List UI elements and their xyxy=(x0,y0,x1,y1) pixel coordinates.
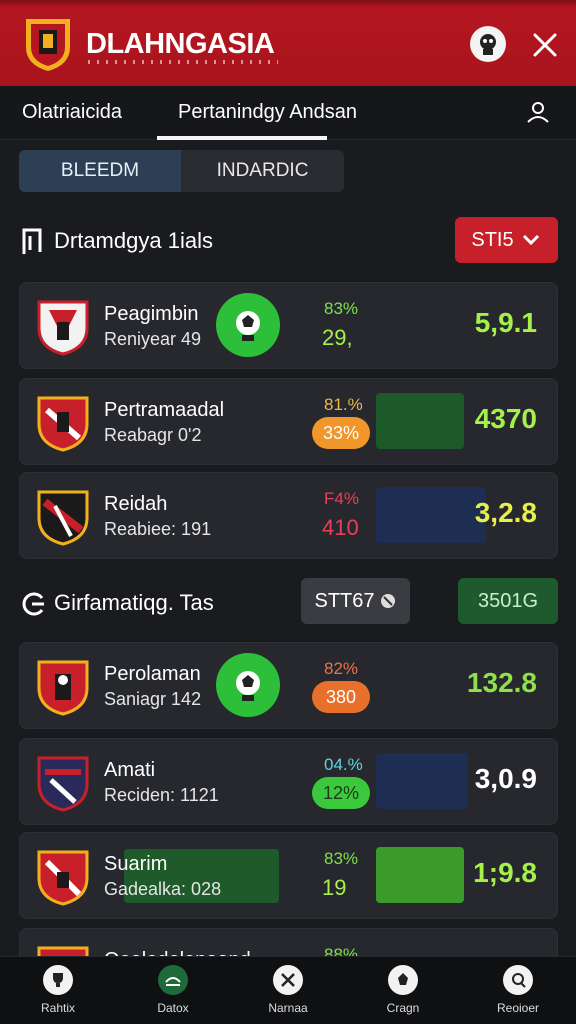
team-subtitle: Reniyear 49 xyxy=(104,329,202,349)
team-name: Peagimbin xyxy=(104,303,199,325)
team-name: Reidah xyxy=(104,493,168,515)
stat-pill-a-label: STT67 xyxy=(314,589,375,612)
nav-item-cragn[interactable]: Cragn xyxy=(363,965,443,1015)
ball-icon xyxy=(388,965,418,995)
team-subtitle: Reabagr 0'2 xyxy=(104,425,202,445)
percentage-top: 81.% xyxy=(324,395,363,414)
probability-bar xyxy=(376,753,468,809)
match-card[interactable]: Reidah Reabiee: 191 F4% 410 3,2.8 xyxy=(19,472,558,559)
team-name: Amati xyxy=(104,759,156,781)
team-subtitle: Gadealka: 028 xyxy=(104,879,222,899)
chevron-down-icon xyxy=(522,234,539,246)
filter-dropdown[interactable]: STI5 xyxy=(455,217,558,263)
refresh-icon xyxy=(22,592,44,616)
nav-label: Narnaa xyxy=(268,1001,308,1015)
app-header: DLAHNGASIA xyxy=(0,0,576,86)
section-title-2: Girfamatiqg. Tas xyxy=(20,588,214,618)
percentage-bottom: 410 xyxy=(322,515,359,540)
stats-icon xyxy=(158,965,188,995)
active-tab-indicator xyxy=(157,136,327,140)
nav-label: Cragn xyxy=(386,1001,420,1015)
trophy-icon xyxy=(43,965,73,995)
section-title-2-text: Girfamatiqg. Tas xyxy=(54,590,214,615)
mascot-icon[interactable] xyxy=(470,26,506,62)
team-crest-icon xyxy=(37,300,89,356)
percentage-bottom: 29, xyxy=(322,325,353,350)
segment-control: BLEEDM INDARDIC xyxy=(19,150,344,192)
ball-small-icon xyxy=(380,594,395,608)
nav-item-rahtix[interactable]: Rahtix xyxy=(18,965,98,1015)
match-card[interactable]: Peagimbin Reniyear 49 83% 29, 5,9.1 xyxy=(19,282,558,369)
tab-olatriaicida[interactable]: Olatriaicida xyxy=(22,101,122,124)
percentage-pill: 33% xyxy=(312,417,370,449)
nav-label: Rahtix xyxy=(40,1001,75,1015)
match-card[interactable]: Amati Reciden: 1121 04.% 12% 3,0.9 xyxy=(19,738,558,825)
tab-pertanindgy[interactable]: Pertanindgy Andsan xyxy=(178,101,357,124)
team-crest-icon xyxy=(37,660,89,716)
ball-icon xyxy=(216,653,280,717)
stat-pill-b[interactable]: 3501G xyxy=(458,578,558,624)
brand-title: DLAHNGASIA xyxy=(86,28,275,60)
odds-value[interactable]: 132.8 xyxy=(467,667,537,699)
team-subtitle: Reciden: 1121 xyxy=(104,785,219,805)
ball-icon xyxy=(216,293,280,357)
team-name: Suarim xyxy=(104,853,168,875)
nav-item-datox[interactable]: Datox xyxy=(133,965,213,1015)
team-subtitle: Saniagr 142 xyxy=(104,689,202,709)
team-name: Pertramaadal xyxy=(104,399,225,421)
user-icon[interactable] xyxy=(526,100,550,124)
stat-pill-a[interactable]: STT67 xyxy=(301,578,410,624)
team-crest-icon xyxy=(37,490,89,546)
percentage-top: 82% xyxy=(324,659,359,678)
odds-value[interactable]: 4370 xyxy=(475,403,537,435)
percentage-pill: 12% xyxy=(312,777,370,809)
club-logo-icon[interactable] xyxy=(22,17,74,73)
flag-icon xyxy=(22,228,42,254)
percentage-bottom: 19 xyxy=(322,875,347,900)
team-crest-icon xyxy=(37,850,89,906)
probability-bar xyxy=(376,487,486,543)
section-title-1-text: Drtamdgya 1ials xyxy=(54,228,213,253)
section-title-1: Drtamdgya 1ials xyxy=(20,226,213,256)
bottom-navigation: Rahtix Datox Narnaa Cragn Reoioer xyxy=(0,956,576,1024)
probability-bar xyxy=(376,847,464,903)
nav-label: Reoioer xyxy=(496,1001,540,1015)
team-subtitle: Reabiee: 191 xyxy=(104,519,212,539)
odds-value[interactable]: 1;9.8 xyxy=(473,857,537,889)
close-icon[interactable] xyxy=(528,28,562,62)
team-crest-icon xyxy=(37,756,89,812)
close-circle-icon xyxy=(273,965,303,995)
segment-inactive[interactable]: INDARDIC xyxy=(181,150,344,192)
team-crest-icon xyxy=(37,396,89,452)
filter-label: STI5 xyxy=(471,228,514,251)
profile-icon xyxy=(503,965,533,995)
nav-label: Datox xyxy=(157,1001,189,1015)
odds-value[interactable]: 3,0.9 xyxy=(475,763,537,795)
tab-bar: Olatriaicida Pertanindgy Andsan xyxy=(0,86,576,140)
probability-bar xyxy=(376,393,464,449)
percentage-top: F4% xyxy=(324,489,359,508)
team-name: Perolaman xyxy=(104,663,201,685)
match-card[interactable]: Perolaman Saniagr 142 82% 380 132.8 xyxy=(19,642,558,729)
nav-item-reoioer[interactable]: Reoioer xyxy=(478,965,558,1015)
odds-value[interactable]: 3,2.8 xyxy=(475,497,537,529)
percentage-top: 04.% xyxy=(324,755,363,774)
match-card[interactable]: Suarim Gadealka: 028 83% 19 1;9.8 xyxy=(19,832,558,919)
brand-subtitle-decoration xyxy=(88,60,278,64)
odds-value[interactable]: 5,9.1 xyxy=(475,307,537,339)
percentage-pill: 380 xyxy=(312,681,370,713)
percentage-top: 83% xyxy=(324,849,359,868)
nav-item-narnaa[interactable]: Narnaa xyxy=(248,965,328,1015)
segment-active[interactable]: BLEEDM xyxy=(19,150,181,192)
percentage-top: 83% xyxy=(324,299,359,318)
match-card[interactable]: Pertramaadal Reabagr 0'2 81.% 33% 4370 xyxy=(19,378,558,465)
